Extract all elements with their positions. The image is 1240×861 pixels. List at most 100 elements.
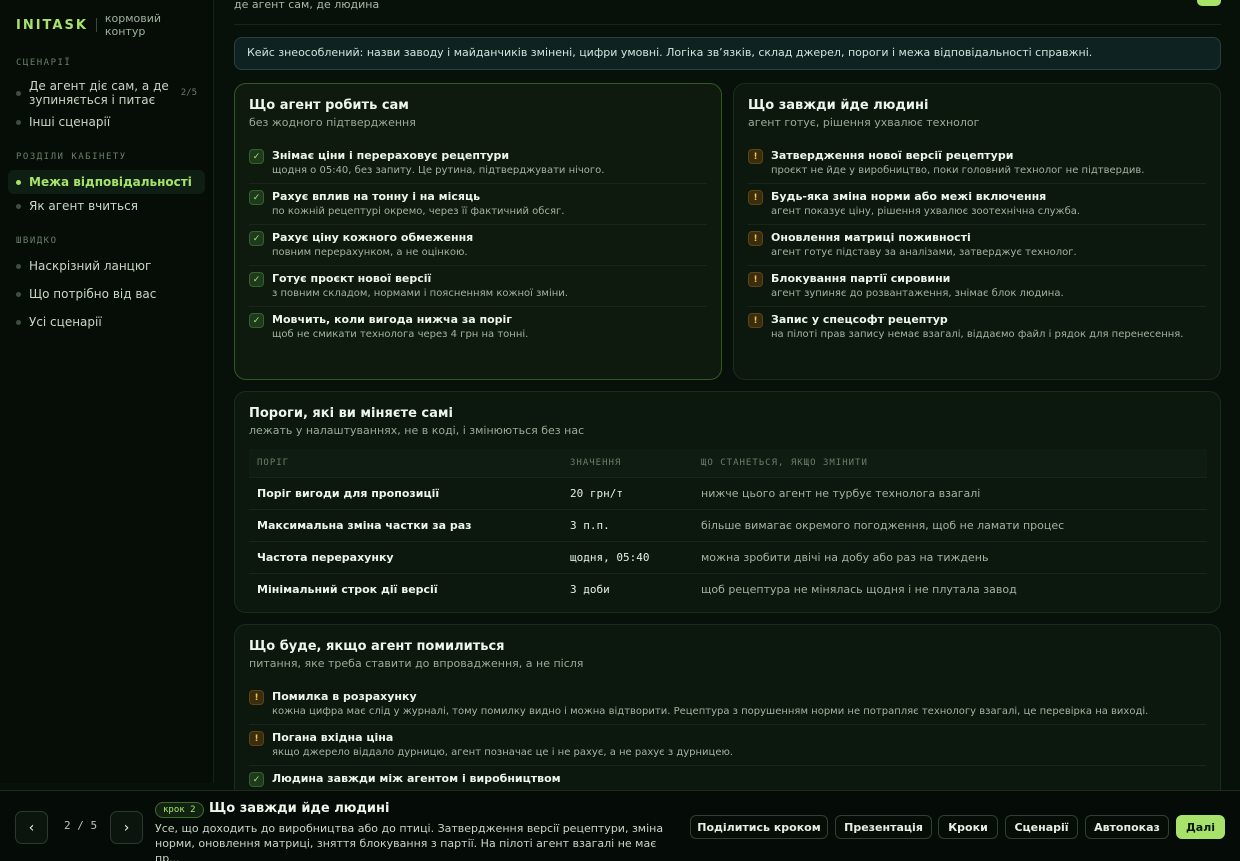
card-title: Пороги, які ви міняєте самі	[249, 406, 453, 421]
card-title: Що агент робить сам	[249, 98, 409, 113]
list-item: ✓ Рахує вплив на тонну і на місяць по кож…	[249, 184, 707, 225]
main-content: де агент сам, де людина Кейс знеособлени…	[234, 0, 1221, 790]
presentation-button[interactable]: Презентація	[835, 815, 932, 839]
sidebar-item-label: Інші сценарії	[29, 115, 111, 129]
item-desc: на пілоті прав запису немає взагалі, від…	[771, 329, 1184, 340]
chevron-left-icon: ‹	[28, 819, 35, 836]
item-title: Готує проєкт нової версії	[272, 272, 432, 285]
item-desc: проєкт не йде у виробництво, поки головн…	[771, 165, 1145, 176]
item-desc: агент готує підставу за аналізами, затве…	[771, 247, 1077, 258]
item-title: Запис у спецсофт рецептур	[771, 313, 948, 326]
thresholds-table: ПОРІГ ЗНАЧЕННЯ ЩО СТАНЕТЬСЯ, ЯКЩО ЗМІНИТ…	[249, 449, 1207, 605]
item-title: Погана вхідна ціна	[272, 731, 394, 744]
autoplay-button[interactable]: Автопоказ	[1085, 815, 1169, 839]
check-icon: ✓	[249, 313, 264, 328]
item-title: Знімає ціни і перераховує рецептури	[272, 149, 510, 162]
table-row: Мінімальний строк дії версії 3 доби щоб …	[249, 572, 1207, 605]
item-desc: якщо джерело віддало дурницю, агент позн…	[272, 747, 734, 758]
scenarios-button[interactable]: Сценарії	[1005, 815, 1078, 839]
table-row: Поріг вигоди для пропозиції 20 грн/т ниж…	[249, 476, 1207, 509]
card-title: Що буде, якщо агент помилиться	[249, 639, 505, 654]
warning-icon: !	[748, 313, 763, 328]
threshold-value[interactable]: 3 п.п.	[562, 508, 693, 541]
human-card: Що завжди йде людині агент готує, рішенн…	[733, 83, 1221, 380]
next-step-arrow-button[interactable]: ›	[110, 811, 143, 844]
brand: INITASK кормовий контур	[0, 12, 213, 38]
warning-icon: !	[748, 190, 763, 205]
sidebar-item-label: Межа відповідальності	[29, 175, 192, 189]
bullet-icon	[16, 319, 21, 325]
table-row: Максимальна зміна частки за раз 3 п.п. б…	[249, 508, 1207, 541]
steps-button[interactable]: Кроки	[938, 815, 998, 839]
share-step-button[interactable]: Поділитись кроком	[690, 815, 828, 839]
item-title: Людина завжди між агентом і виробництвом	[272, 772, 561, 785]
top-action-button[interactable]	[1197, 0, 1221, 6]
bottom-bar: ‹ 2 / 5 › крок 2 Що завжди йде людині Ус…	[0, 790, 1240, 861]
card-subtitle: без жодного підтвердження	[249, 116, 416, 129]
column-header: ЗНАЧЕННЯ	[562, 449, 693, 477]
threshold-value[interactable]: 20 грн/т	[562, 476, 693, 509]
item-title: Блокування партії сировини	[771, 272, 951, 285]
nav-section-cabinet: РОЗДІЛИ КАБІНЕТУ	[16, 152, 127, 162]
errors-card: Що буде, якщо агент помилиться питання, …	[234, 624, 1221, 790]
item-title: Рахує вплив на тонну і на місяць	[272, 190, 481, 203]
threshold-effect: можна зробити двічі на добу або раз на т…	[693, 540, 1207, 573]
warning-icon: !	[748, 272, 763, 287]
list-item: ! Оновлення матриці поживності агент готу…	[748, 225, 1206, 266]
card-subtitle: питання, яке треба ставити до впроваджен…	[249, 657, 584, 670]
sidebar-item-label: Усі сценарії	[29, 315, 102, 329]
threshold-effect: більше вимагає окремого погодження, щоб …	[693, 508, 1207, 541]
step-description: Усе, що доходить до виробництва або до п…	[155, 822, 664, 861]
item-desc: кожна цифра має слід у журналі, тому пом…	[272, 706, 1149, 717]
threshold-value[interactable]: 3 доби	[562, 572, 693, 605]
nav-section-scenarios: СЦЕНАРІЇ	[16, 58, 72, 68]
sidebar-item-chain[interactable]: Наскрізний ланцюг	[8, 254, 205, 278]
sidebar-item-learning[interactable]: Як агент вчиться	[8, 194, 205, 218]
warning-icon: !	[249, 731, 264, 746]
list-item: ✓ Готує проєкт нової версії з повним скла…	[249, 266, 707, 307]
check-icon: ✓	[249, 149, 264, 164]
item-desc: з повним складом, нормами і поясненням к…	[272, 288, 568, 299]
sidebar-item-label: Наскрізний ланцюг	[29, 259, 152, 273]
item-desc: агент зупиняє до розвантаження, знімає б…	[771, 288, 1064, 299]
sidebar-item-label: Де агент діє сам, а де зупиняється і пит…	[29, 79, 169, 107]
sidebar-item-scenario-current[interactable]: Де агент діє сам, а де зупиняється і пит…	[8, 76, 205, 110]
bullet-icon	[16, 179, 21, 185]
check-icon: ✓	[249, 231, 264, 246]
item-desc: повним перерахунком, а не оцінкою.	[272, 247, 468, 258]
sidebar-item-other-scenarios[interactable]: Інші сценарії	[8, 110, 205, 134]
warning-icon: !	[748, 149, 763, 164]
brand-divider	[95, 18, 97, 32]
scenario-progress: 2/5	[180, 88, 197, 98]
card-title: Що завжди йде людині	[748, 98, 929, 113]
item-desc: агент показує ціну, рішення ухвалює зоот…	[771, 206, 1081, 217]
threshold-value[interactable]: щодня, 05:40	[562, 540, 693, 573]
sidebar-item-all-scenarios[interactable]: Усі сценарії	[8, 310, 205, 334]
prev-step-button[interactable]: ‹	[15, 811, 48, 844]
item-desc: по кожній рецептурі окремо, через її фак…	[272, 206, 565, 217]
threshold-effect: щоб рецептура не мінялась щодня і не плу…	[693, 572, 1207, 605]
list-item: ✓ Рахує ціну кожного обмеження повним пер…	[249, 225, 707, 266]
sidebar-item-label: Що потрібно від вас	[29, 287, 157, 301]
step-counter: 2 / 5	[64, 819, 98, 832]
step-title: Що завжди йде людині	[209, 801, 390, 816]
table-row: Частота перерахунку щодня, 05:40 можна з…	[249, 540, 1207, 573]
list-item: ! Погана вхідна ціна якщо джерело віддало…	[249, 725, 1206, 766]
list-item: ✓ Людина завжди між агентом і виробництв…	[249, 766, 1206, 790]
column-header: ПОРІГ	[249, 449, 562, 477]
brand-logo[interactable]: INITASK	[16, 18, 88, 33]
item-title: Затвердження нової версії рецептури	[771, 149, 1014, 162]
notice-banner: Кейс знеособлений: назви заводу і майдан…	[234, 37, 1221, 70]
sidebar-item-responsibility[interactable]: Межа відповідальності	[8, 170, 205, 194]
item-title: Будь-яка зміна норми або межі включення	[771, 190, 1047, 203]
sidebar-item-needs[interactable]: Що потрібно від вас	[8, 282, 205, 306]
sidebar: INITASK кормовий контур СЦЕНАРІЇ Де аген…	[0, 0, 214, 783]
list-item: ✓ Мовчить, коли вигода нижча за поріг щоб…	[249, 307, 707, 347]
list-item: ! Помилка в розрахунку кожна цифра має сл…	[249, 684, 1206, 725]
item-title: Оновлення матриці поживності	[771, 231, 971, 244]
threshold-name: Максимальна зміна частки за раз	[249, 508, 562, 541]
threshold-name: Мінімальний строк дії версії	[249, 572, 562, 605]
next-button[interactable]: Далі	[1176, 815, 1225, 839]
threshold-effect: нижче цього агент не турбує технолога вз…	[693, 476, 1207, 509]
bullet-icon	[16, 263, 21, 269]
